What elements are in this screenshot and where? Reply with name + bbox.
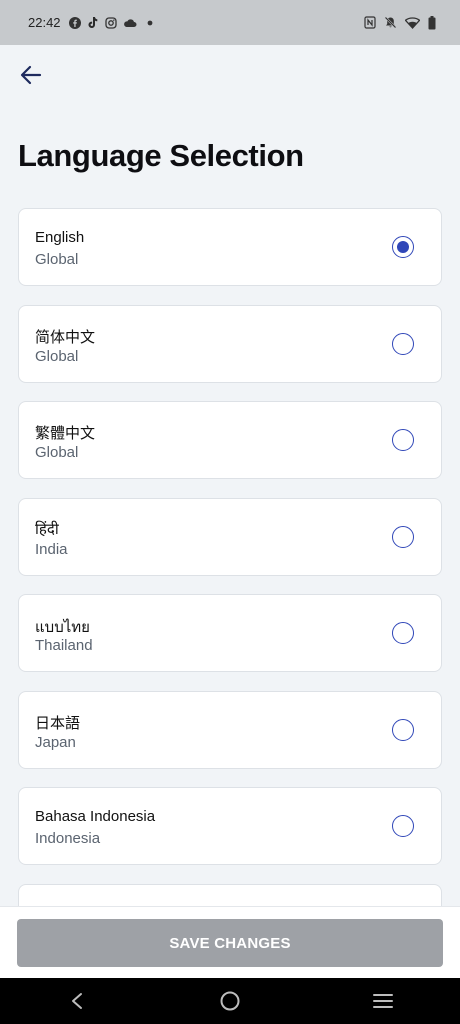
menu-nav-icon bbox=[373, 993, 394, 1009]
back-nav-icon bbox=[70, 992, 84, 1010]
language-region: Japan bbox=[35, 733, 76, 751]
language-option-traditional-chinese[interactable]: 繁體中文 Global bbox=[18, 401, 442, 479]
language-option-simplified-chinese[interactable]: 简体中文 Global bbox=[18, 304, 442, 383]
menu-nav-button[interactable] bbox=[353, 978, 413, 1024]
status-left-icons bbox=[68, 16, 153, 29]
language-region: India bbox=[35, 540, 68, 558]
status-bar: 22:42 bbox=[0, 0, 460, 45]
facebook-icon bbox=[68, 16, 81, 29]
language-region: Thailand bbox=[35, 637, 93, 654]
language-name: English bbox=[35, 229, 85, 246]
language-name: हिंदी bbox=[35, 520, 59, 538]
instagram-icon bbox=[104, 16, 117, 29]
language-name: 日本語 bbox=[35, 714, 81, 732]
tiktok-icon bbox=[87, 16, 99, 29]
language-region: Global bbox=[35, 347, 79, 365]
battery-icon bbox=[428, 15, 436, 30]
back-button[interactable] bbox=[14, 58, 48, 92]
bottom-action-panel: SAVE CHANGES bbox=[0, 906, 460, 979]
language-option-english[interactable]: English Global bbox=[18, 208, 442, 286]
language-option-indonesian[interactable]: Bahasa Indonesia Indonesia bbox=[18, 787, 442, 865]
save-changes-button[interactable]: SAVE CHANGES bbox=[17, 919, 443, 967]
language-list: English Global 简体中文 Global 繁體中文 Global ह… bbox=[18, 208, 442, 980]
language-option-japanese[interactable]: 日本語 Japan bbox=[18, 690, 442, 769]
language-name: แบบไทย bbox=[35, 619, 90, 636]
system-navigation-bar bbox=[0, 978, 460, 1024]
dot-icon bbox=[147, 20, 153, 26]
back-nav-button[interactable] bbox=[47, 978, 107, 1024]
language-region: Global bbox=[35, 251, 79, 268]
language-name: 繁體中文 bbox=[35, 425, 96, 442]
language-option-thai[interactable]: แบบไทย Thailand bbox=[18, 594, 442, 672]
language-region: Indonesia bbox=[35, 830, 101, 847]
radio-unselected[interactable] bbox=[392, 622, 414, 644]
radio-dot bbox=[397, 241, 409, 253]
status-right-icons bbox=[364, 15, 436, 30]
page-title: Language Selection bbox=[18, 138, 304, 173]
status-time: 22:42 bbox=[28, 15, 61, 30]
language-name: Bahasa Indonesia bbox=[35, 808, 156, 825]
radio-unselected[interactable] bbox=[392, 718, 414, 741]
radio-selected[interactable] bbox=[392, 236, 414, 258]
home-nav-icon bbox=[219, 990, 241, 1012]
home-nav-button[interactable] bbox=[200, 978, 260, 1024]
radio-unselected[interactable] bbox=[392, 815, 414, 837]
nfc-icon bbox=[364, 16, 376, 29]
language-name: 简体中文 bbox=[35, 328, 96, 346]
radio-unselected[interactable] bbox=[392, 332, 414, 355]
arrow-left-icon bbox=[20, 65, 42, 85]
cloud-icon bbox=[123, 18, 137, 28]
radio-unselected[interactable] bbox=[392, 525, 414, 548]
language-region: Global bbox=[35, 444, 79, 461]
language-option-hindi[interactable]: हिंदी India bbox=[18, 497, 442, 576]
radio-unselected[interactable] bbox=[392, 429, 414, 451]
wifi-icon bbox=[405, 16, 420, 29]
mute-icon bbox=[384, 16, 397, 29]
